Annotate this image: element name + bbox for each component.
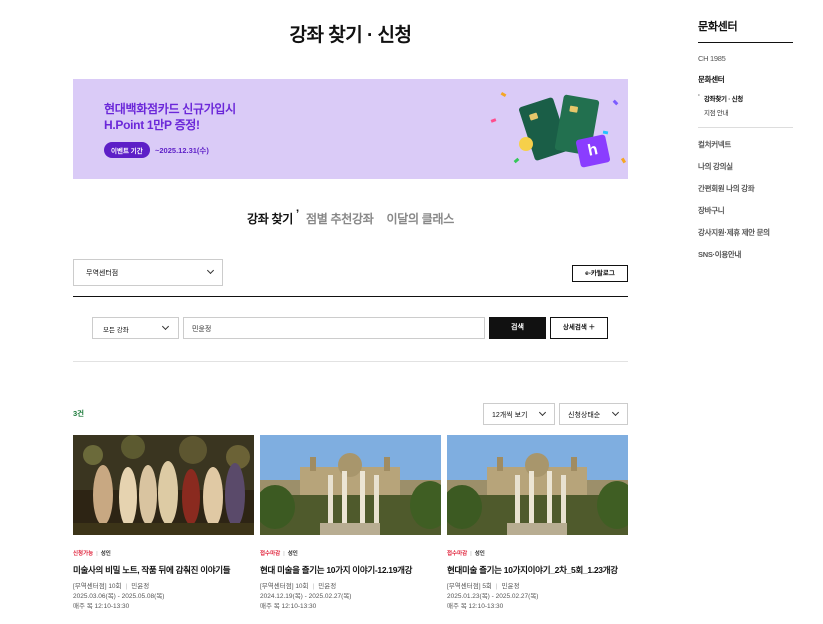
banner-line1: 현대백화점카드 신규가입시 [104,102,236,116]
sidebar-item-cart[interactable]: 장바구니 [698,205,793,216]
per-page-select[interactable]: 12개씩 보기 [483,403,555,425]
course-thumbnail-painting[interactable] [73,435,254,535]
course-branch-sessions: [무역센터점] 5회 [447,583,492,590]
sidebar-item-sns-guide[interactable]: SNS·이용안내 [698,249,793,260]
sort-value: 신청상태순 [568,412,601,419]
chevron-down-icon [538,408,547,417]
course-meta: 접수마감 | 성인 [260,551,298,557]
course-schedule: 매주 목 12:10-13:30 [73,603,130,610]
course-teacher: 민윤정 [131,583,150,590]
hpoint-logo-icon: h [575,134,611,168]
search-input[interactable]: 민윤정 [183,317,485,339]
sidebar-item-culture-connect[interactable]: 컬처커넥트 [698,139,793,150]
e-catalog-button[interactable]: e-카탈로그 [572,265,628,282]
course-card[interactable]: 접수마감 | 성인 현대미술 즐기는 10가지이야기_2차_5회_1.23개강 [무… [447,435,628,612]
course-info: [무역센터점] 10회 | 민윤정 2025.03.06(목) - 2025.05.… [73,582,254,612]
course-type: 성인 [474,551,485,557]
tab-monthly-class[interactable]: 이달의 클래스 [387,210,455,227]
page-title: 강좌 찾기 · 신청 [289,25,412,46]
sidebar-sub-branch-info[interactable]: 지점 안내 [698,107,793,128]
confetti-icon [500,91,507,98]
branch-select-value: 무역센터점 [86,270,119,277]
sort-select[interactable]: 신청상태순 [559,403,628,425]
course-card[interactable]: 신청가능 | 성인 미술사의 비밀 노트, 작품 뒤에 감춰진 이야기들 [무역센터… [73,435,254,612]
promo-banner[interactable]: 현대백화점카드 신규가입시 H.Point 1만P 증정! 이벤트 기간 ~20… [73,79,628,179]
course-tabs: 강좌 찾기 점별 추천강좌 이달의 클래스 [73,207,628,227]
course-branch-sessions: [무역센터점] 10회 [260,583,309,590]
chevron-down-icon [206,266,215,275]
confetti-icon [490,118,497,123]
sidebar-item-simple-member[interactable]: 간편회원 나의 강좌 [698,183,793,194]
course-info: [무역센터점] 5회 | 민윤정 2025.01.23(목) - 2025.02.2… [447,582,628,612]
course-branch-sessions: [무역센터점] 10회 [73,583,122,590]
course-schedule: 매주 목 12:10-13:30 [447,603,504,610]
coin-icon [519,137,533,151]
sidebar: 문화센터 CH 1985 문화센터 강좌찾기 · 신청 지점 안내 컬처커넥트 … [698,18,793,260]
course-period: 2025.01.23(목) - 2025.02.27(목) [447,593,539,600]
category-select-value: 모든 강좌 [103,327,129,334]
per-page-value: 12개씩 보기 [492,412,528,419]
sidebar-sub-course-search[interactable]: 강좌찾기 · 신청 [698,92,793,103]
course-period: 2025.03.06(목) - 2025.05.08(목) [73,593,165,600]
course-info: [무역센터점] 10회 | 민윤정 2024.12.19(목) - 2025.02.… [260,582,441,612]
detail-search-button[interactable]: 상세검색 ＋ [550,317,608,339]
course-type: 성인 [287,551,298,557]
divider [73,361,628,362]
course-teacher: 민윤정 [318,583,337,590]
course-type: 성인 [100,551,111,557]
course-thumbnail-building[interactable] [447,435,628,535]
confetti-icon [612,99,619,106]
course-period: 2024.12.19(목) - 2025.02.27(목) [260,593,352,600]
course-thumbnail-building[interactable] [260,435,441,535]
course-teacher: 민윤정 [501,583,520,590]
confetti-icon [620,157,627,164]
banner-headline: 현대백화점카드 신규가입시 H.Point 1만P 증정! [104,101,236,133]
course-meta: 신청가능 | 성인 [73,551,111,557]
sidebar-item-ch1985[interactable]: CH 1985 [698,54,793,63]
status-badge: 신청가능 [73,551,94,557]
chevron-down-icon [611,408,620,417]
course-schedule: 매주 목 12:10-13:30 [260,603,317,610]
divider [73,296,628,297]
banner-line2: H.Point 1만P 증정! [104,118,200,132]
search-button[interactable]: 검색 [489,317,546,339]
course-title[interactable]: 현대 미술을 즐기는 10가지 이야기-12.19개강 [260,564,441,576]
sidebar-item-culture-center[interactable]: 문화센터 [698,74,793,85]
result-count: 3건 [73,409,85,418]
chevron-down-icon [161,322,170,331]
course-card[interactable]: 접수마감 | 성인 현대 미술을 즐기는 10가지 이야기-12.19개강 [무역센… [260,435,441,612]
tab-course-search[interactable]: 강좌 찾기 [247,207,299,227]
sidebar-title: 문화센터 [698,18,793,43]
sidebar-item-instructor-inquiry[interactable]: 강사지원·제휴 제안 문의 [698,227,793,238]
course-title[interactable]: 미술사의 비밀 노트, 작품 뒤에 감춰진 이야기들 [73,564,254,576]
confetti-icon [513,157,520,164]
branch-select[interactable]: 무역센터점 [73,259,223,286]
category-select[interactable]: 모든 강좌 [92,317,179,339]
tab-branch-recommended[interactable]: 점별 추천강좌 [306,210,374,227]
banner-event-badge: 이벤트 기간 [104,142,150,158]
banner-event-date: ~2025.12.31(수) [155,146,209,155]
status-badge: 접수마감 [260,551,281,557]
status-badge: 접수마감 [447,551,468,557]
course-title[interactable]: 현대미술 즐기는 10가지이야기_2차_5회_1.23개강 [447,564,628,576]
sidebar-item-my-classroom[interactable]: 나의 강의실 [698,161,793,172]
course-meta: 접수마감 | 성인 [447,551,485,557]
